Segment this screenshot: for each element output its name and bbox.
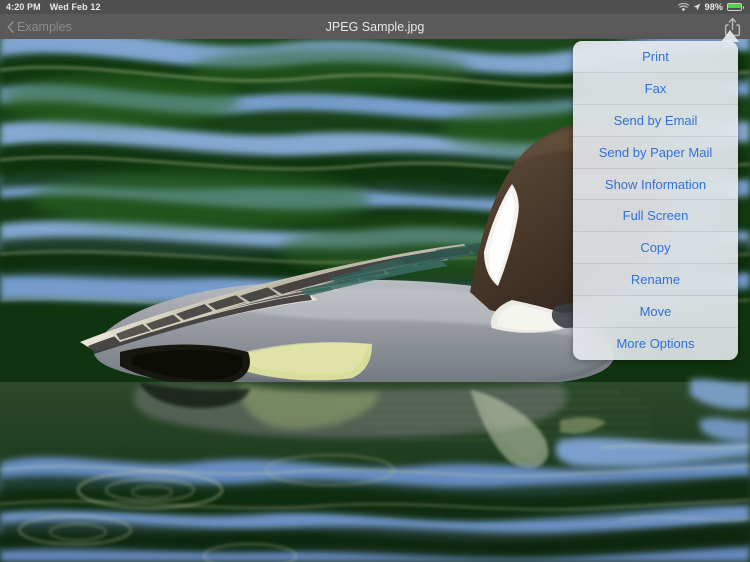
menu-item-label: Full Screen (622, 208, 689, 224)
location-arrow-icon (693, 3, 701, 11)
menu-item-show-information[interactable]: Show Information (573, 168, 738, 201)
wifi-icon (677, 2, 689, 12)
menu-item-label: Print (642, 48, 669, 64)
status-bar-right: 98% (677, 2, 744, 12)
menu-item-rename[interactable]: Rename (573, 264, 738, 297)
menu-item-label: Copy (640, 240, 671, 256)
menu-item-copy[interactable]: Copy (573, 232, 738, 265)
menu-item-send-by-email[interactable]: Send by Email (573, 104, 738, 137)
menu-item-label: Send by Email (613, 112, 698, 128)
status-bar-date: Wed Feb 12 (49, 2, 101, 12)
page-title: JPEG Sample.jpg (325, 19, 425, 34)
popover-arrow-up-icon (721, 30, 739, 42)
menu-item-label: Send by Paper Mail (598, 144, 713, 160)
menu-item-label: Fax (644, 80, 667, 96)
status-bar-left: 4:20 PM Wed Feb 12 (6, 2, 101, 12)
status-bar-time: 4:20 PM (6, 2, 41, 12)
menu-item-more-options[interactable]: More Options (573, 328, 738, 360)
menu-item-print[interactable]: Print (573, 41, 738, 73)
menu-item-fax[interactable]: Fax (573, 73, 738, 105)
battery-percent-label: 98% (704, 2, 723, 12)
menu-item-full-screen[interactable]: Full Screen (573, 200, 738, 233)
battery-charging-icon (727, 3, 744, 11)
menu-item-label: Show Information (604, 176, 707, 192)
menu-item-send-by-paper-mail[interactable]: Send by Paper Mail (573, 137, 738, 169)
ipad-image-viewer-screen: 4:20 PM Wed Feb 12 98% Examples JPEG Sam… (0, 0, 750, 562)
menu-item-move[interactable]: Move (573, 296, 738, 329)
status-bar: 4:20 PM Wed Feb 12 98% (0, 0, 750, 14)
menu-item-label: Rename (630, 272, 681, 288)
menu-item-label: More Options (616, 336, 695, 352)
menu-item-label: Move (639, 304, 672, 320)
share-options-popover: Print Fax Send by Email Send by Paper Mail S… (573, 41, 738, 360)
navigation-bar: Examples JPEG Sample.jpg (0, 14, 750, 39)
